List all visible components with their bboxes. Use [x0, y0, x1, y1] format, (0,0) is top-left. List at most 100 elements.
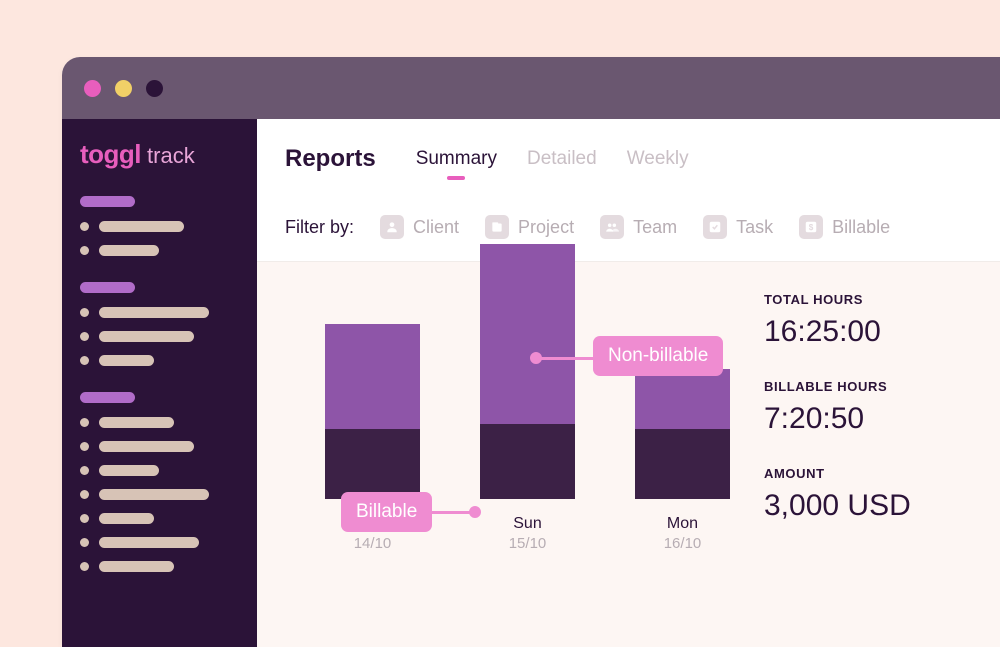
- chart-bar-column: Sun15/10: [480, 244, 575, 552]
- callout-nonbillable-text: Non-billable: [608, 345, 708, 367]
- sidebar-item[interactable]: [80, 489, 239, 500]
- filter-label-text: Billable: [832, 217, 890, 238]
- sidebar-item-dot: [80, 562, 89, 571]
- sidebar-item-dot: [80, 246, 89, 255]
- bar-date: 14/10: [354, 535, 392, 552]
- stat-label: AMOUNT: [764, 466, 994, 481]
- sidebar-item-dot: [80, 538, 89, 547]
- callout-billable-line: [430, 511, 472, 514]
- sidebar: toggl track: [62, 119, 257, 647]
- sidebar-item-label: [99, 245, 159, 256]
- stat-value: 16:25:00: [764, 315, 994, 349]
- sidebar-group-header[interactable]: [80, 392, 135, 403]
- filter-label-text: Task: [736, 217, 773, 238]
- sidebar-item[interactable]: [80, 245, 239, 256]
- bar-segment-billable: [635, 429, 730, 499]
- chart-bar: [480, 244, 575, 499]
- sidebar-item-label: [99, 489, 209, 500]
- chart-bar: [325, 324, 420, 499]
- sidebar-item-dot: [80, 222, 89, 231]
- sidebar-group: [80, 392, 239, 572]
- callout-billable-dot: [469, 506, 481, 518]
- stat-block: TOTAL HOURS 16:25:00: [764, 292, 994, 349]
- bar-day: Mon: [664, 515, 702, 533]
- sidebar-item-dot: [80, 308, 89, 317]
- window-titlebar: [62, 57, 1000, 119]
- sidebar-item-dot: [80, 332, 89, 341]
- task-icon: [703, 215, 727, 239]
- filter-task[interactable]: Task: [703, 215, 773, 239]
- filter-team[interactable]: Team: [600, 215, 677, 239]
- bar-segment-nonbillable: [325, 324, 420, 429]
- zoom-traffic-light[interactable]: [146, 80, 163, 97]
- client-icon: [380, 215, 404, 239]
- sidebar-item-label: [99, 221, 184, 232]
- minimize-traffic-light[interactable]: [115, 80, 132, 97]
- sidebar-item[interactable]: [80, 355, 239, 366]
- filter-client[interactable]: Client: [380, 215, 459, 239]
- filter-label-text: Client: [413, 217, 459, 238]
- logo-main: toggl: [80, 139, 141, 170]
- logo: toggl track: [80, 139, 239, 170]
- app-window: toggl track Reports Summary Detailed Weekl…: [62, 57, 1000, 647]
- sidebar-item-dot: [80, 466, 89, 475]
- sidebar-item-label: [99, 355, 154, 366]
- callout-nonbillable-line: [536, 357, 596, 360]
- chart-bar: [635, 369, 730, 499]
- logo-sub: track: [147, 143, 195, 169]
- sidebar-item-dot: [80, 514, 89, 523]
- sidebar-item[interactable]: [80, 537, 239, 548]
- report-content: Sat14/10Sun15/10Mon16/10 Non-billable Bi…: [257, 262, 1000, 647]
- tab-weekly[interactable]: Weekly: [627, 148, 689, 170]
- sidebar-item-dot: [80, 356, 89, 365]
- page-title: Reports: [285, 145, 376, 173]
- tab-detailed[interactable]: Detailed: [527, 148, 597, 170]
- stat-value: 3,000 USD: [764, 489, 994, 523]
- stats-panel: TOTAL HOURS 16:25:00 BILLABLE HOURS7:20:50…: [764, 292, 994, 647]
- sidebar-group: [80, 282, 239, 366]
- sidebar-item[interactable]: [80, 417, 239, 428]
- stat-block: AMOUNT 3,000 USD: [764, 466, 994, 523]
- bar-label: Mon 16/10: [664, 515, 702, 552]
- stat-label: TOTAL HOURS: [764, 292, 994, 307]
- tab-summary[interactable]: Summary: [416, 148, 497, 170]
- sidebar-item[interactable]: [80, 513, 239, 524]
- chart-bar-column: Mon 16/10: [635, 369, 730, 552]
- main-area: Reports SummaryDetailedWeekly Filter by:…: [257, 119, 1000, 647]
- project-icon: [485, 215, 509, 239]
- sidebar-item-dot: [80, 490, 89, 499]
- close-traffic-light[interactable]: [84, 80, 101, 97]
- sidebar-item[interactable]: [80, 441, 239, 452]
- sidebar-item-dot: [80, 418, 89, 427]
- bar-label: Sun15/10: [509, 515, 547, 552]
- sidebar-item[interactable]: [80, 307, 239, 318]
- sidebar-item[interactable]: [80, 561, 239, 572]
- sidebar-group-header[interactable]: [80, 282, 135, 293]
- sidebar-item-label: [99, 307, 209, 318]
- sidebar-group-header[interactable]: [80, 196, 135, 207]
- callout-billable: Billable: [341, 492, 432, 532]
- sidebar-group: [80, 196, 239, 256]
- sidebar-item-dot: [80, 442, 89, 451]
- bar-segment-billable: [325, 429, 420, 499]
- filter-project[interactable]: Project: [485, 215, 574, 239]
- filter-label-text: Project: [518, 217, 574, 238]
- bar-segment-billable: [480, 424, 575, 499]
- sidebar-item-label: [99, 465, 159, 476]
- sidebar-item[interactable]: [80, 465, 239, 476]
- filter-billable[interactable]: $Billable: [799, 215, 890, 239]
- stat-value: 7:20:50: [764, 402, 994, 436]
- sidebar-item-label: [99, 537, 199, 548]
- stat-block: BILLABLE HOURS7:20:50: [764, 379, 994, 436]
- sidebar-item-label: [99, 417, 174, 428]
- sidebar-item-label: [99, 513, 154, 524]
- filter-label-text: Team: [633, 217, 677, 238]
- sidebar-item[interactable]: [80, 221, 239, 232]
- sidebar-item-label: [99, 561, 174, 572]
- callout-nonbillable: Non-billable: [593, 336, 723, 376]
- bar-date: 16/10: [664, 535, 702, 552]
- bar-day: Sun: [509, 515, 547, 533]
- report-header: Reports Summary Detailed Weekly: [257, 119, 1000, 183]
- team-icon: [600, 215, 624, 239]
- sidebar-item[interactable]: [80, 331, 239, 342]
